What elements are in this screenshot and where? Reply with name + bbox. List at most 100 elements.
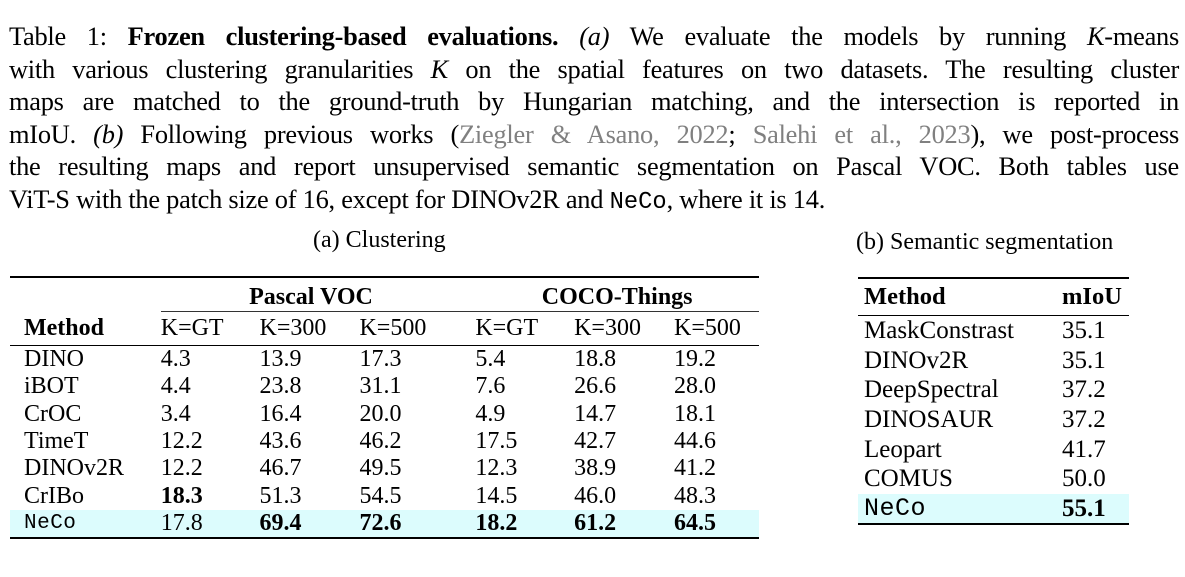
table-row: TimeT 12.2 43.6 46.2 17.5 42.7 44.6 <box>10 428 759 455</box>
value-cell: 13.9 <box>259 346 302 373</box>
table-row: DINOv2R 35.1 <box>858 346 1129 376</box>
caption-neco: NeCo <box>609 188 667 216</box>
value-cell: 23.8 <box>259 373 302 400</box>
value-cell: 4.9 <box>475 400 506 427</box>
caption-line-1: Table 1: Frozen clustering-based evaluat… <box>9 20 1179 53</box>
column-header-row: Method K=GT K=300 K=500 K=GT K=300 K=500 <box>10 311 759 346</box>
value-cell: 18.8 <box>574 346 617 373</box>
caption-line-6: ViT-S with the patch size of 16, except … <box>9 183 1179 220</box>
value-cell-best: 64.5 <box>674 509 759 540</box>
miou-cell: 50.0 <box>1062 465 1106 493</box>
group-header-row: Pascal VOC COCO-Things <box>10 278 759 312</box>
method-cell: CrIBo <box>24 482 84 509</box>
value-cell: 46.0 <box>574 482 617 509</box>
value-cell: 42.7 <box>574 428 617 455</box>
value-cell: 51.3 <box>259 482 302 509</box>
table-row-highlighted: NeCo 17.8 69.4 72.6 18.2 61.2 64.5 <box>10 509 759 540</box>
value-cell-best: 72.6 <box>359 509 462 540</box>
value-cell-best: 69.4 <box>259 509 360 540</box>
value-cell: 12.2 <box>160 455 203 482</box>
column-header: K=300 <box>259 311 360 346</box>
value-cell: 14.7 <box>574 400 617 427</box>
value-cell: 5.4 <box>475 346 506 373</box>
value-cell: 4.4 <box>160 373 191 400</box>
caption-title: Frozen clustering-based evaluations. <box>127 21 559 51</box>
column-header: K=300 <box>574 311 675 346</box>
value-cell-best: 18.2 <box>461 509 575 540</box>
caption-line-2: with various clustering granularities K … <box>9 53 1179 86</box>
caption-text: , where it is 14. <box>666 183 826 214</box>
column-header: K=GT <box>461 311 575 346</box>
table-row: Leopart 41.7 <box>858 434 1129 464</box>
caption-line-4: mIoU. (b) Following previous works (Zieg… <box>9 118 1179 149</box>
clustering-table: Pascal VOC COCO-Things Method K=GT K=300… <box>10 276 759 540</box>
citation-link-ziegler[interactable]: Ziegler & Asano, 2022 <box>459 119 729 149</box>
caption-text: on the spatial features on two datasets.… <box>465 53 1179 84</box>
caption-marker-a: (a) <box>579 21 610 51</box>
caption-text: -means <box>1104 21 1180 51</box>
method-cell: DINOSAUR <box>864 406 994 434</box>
value-cell-best: 18.3 <box>160 482 203 509</box>
value-cell: 31.1 <box>359 373 402 400</box>
caption-line-5: the resulting maps and report unsupervis… <box>9 151 1179 182</box>
method-cell: DINO <box>24 346 84 373</box>
column-header: K=GT <box>160 311 260 346</box>
table-row: DINOv2R 12.2 46.7 49.5 12.3 38.9 41.2 <box>10 455 759 482</box>
table-row: iBOT 4.4 23.8 31.1 7.6 26.6 28.0 <box>10 373 759 400</box>
table-caption: Table 1: Frozen clustering-based evaluat… <box>9 20 1179 220</box>
method-cell-neco: NeCo <box>858 493 1062 526</box>
method-cell: COMUS <box>864 465 953 493</box>
method-cell: MaskConstrast <box>864 317 1014 345</box>
value-cell: 17.8 <box>160 509 260 540</box>
value-cell: 12.3 <box>475 455 518 482</box>
column-header-method: Method <box>10 311 161 346</box>
value-cell-best: 61.2 <box>574 509 675 540</box>
caption-text: Following previous works ( <box>140 118 460 149</box>
caption-text: ViT-S with the patch size of 16, except … <box>9 183 604 214</box>
value-cell: 4.3 <box>160 346 191 373</box>
value-cell: 7.6 <box>475 373 506 400</box>
method-cell: TimeT <box>24 428 89 455</box>
method-cell: DeepSpectral <box>864 376 999 404</box>
group-header-coco-things: COCO-Things <box>461 278 759 312</box>
caption-text: mIoU. <box>9 118 76 149</box>
value-cell: 20.0 <box>359 400 402 427</box>
column-header: K=500 <box>674 311 759 346</box>
miou-cell-best: 55.1 <box>1062 493 1129 526</box>
value-cell: 28.0 <box>674 373 717 400</box>
value-cell: 14.5 <box>475 482 518 509</box>
table-row: DINO 4.3 13.9 17.3 5.4 18.8 19.2 <box>10 346 759 374</box>
value-cell: 46.2 <box>359 428 402 455</box>
caption-text: with various clustering granularities <box>9 53 414 84</box>
value-cell: 12.2 <box>160 428 203 455</box>
method-cell: CrOC <box>24 400 82 427</box>
value-cell: 17.3 <box>359 346 402 373</box>
subcaption-semantic-segmentation: (b) Semantic segmentation <box>856 229 1114 255</box>
caption-k-symbol: K <box>430 53 449 84</box>
table-row: DINOSAUR 37.2 <box>858 405 1129 435</box>
value-cell: 18.1 <box>674 400 717 427</box>
table-row: COMUS 50.0 <box>858 464 1129 494</box>
miou-cell: 35.1 <box>1062 317 1106 345</box>
caption-marker-b: (b) <box>93 118 124 149</box>
value-cell: 38.9 <box>574 455 617 482</box>
value-cell: 3.4 <box>160 400 191 427</box>
method-cell-neco: NeCo <box>10 509 161 540</box>
citation-link-salehi[interactable]: Salehi et al., 2023 <box>753 119 971 149</box>
value-cell: 26.6 <box>574 373 617 400</box>
miou-cell: 35.1 <box>1062 346 1106 374</box>
value-cell: 46.7 <box>259 455 302 482</box>
method-cell: iBOT <box>24 373 79 400</box>
semantic-segmentation-table: Method mIoU MaskConstrast 35.1 DINOv2R 3… <box>858 277 1129 526</box>
method-cell: DINOv2R <box>24 455 124 482</box>
value-cell: 44.6 <box>674 428 717 455</box>
table-row: CrIBo 18.3 51.3 54.5 14.5 46.0 48.3 <box>10 482 759 509</box>
miou-cell: 37.2 <box>1062 376 1106 404</box>
table-row: DeepSpectral 37.2 <box>858 375 1129 405</box>
table-row: CrOC 3.4 16.4 20.0 4.9 14.7 18.1 <box>10 401 759 428</box>
value-cell: 19.2 <box>674 346 717 373</box>
caption-k-symbol: K <box>1086 21 1105 51</box>
caption-label: Table 1: <box>9 21 107 51</box>
table-row-highlighted: NeCo 55.1 <box>858 493 1129 526</box>
subcaption-clustering: (a) Clustering <box>313 227 446 253</box>
